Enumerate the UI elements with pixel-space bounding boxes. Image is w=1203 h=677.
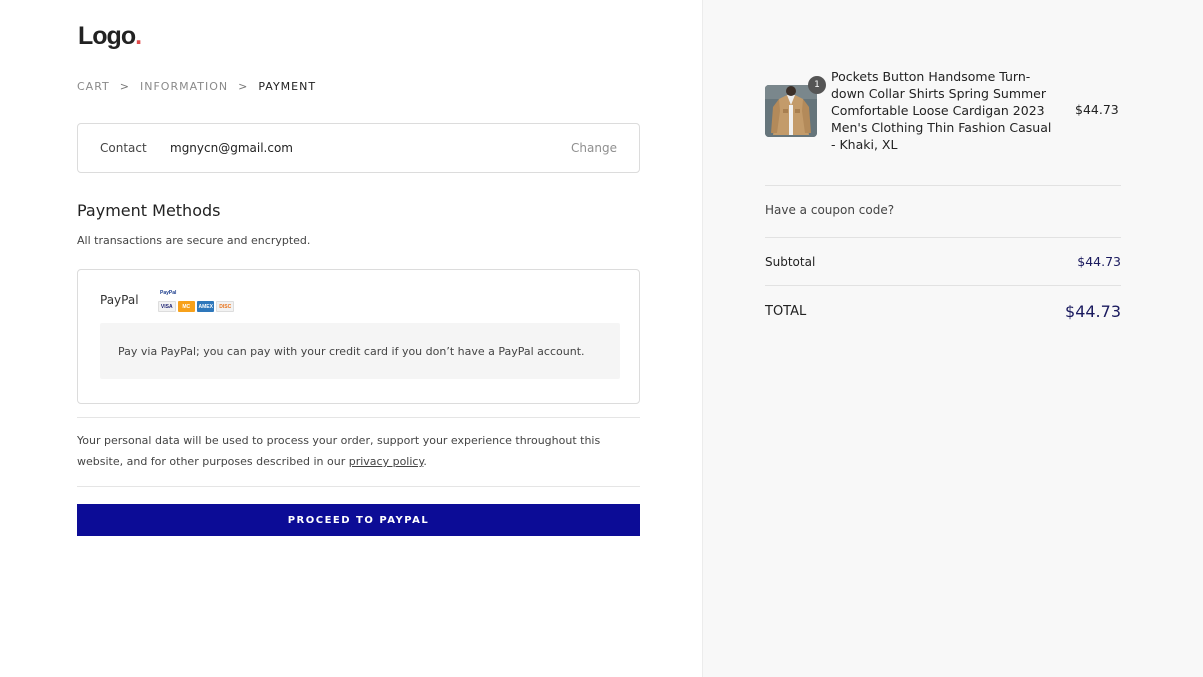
discover-card-icon: DISC (216, 301, 234, 312)
product-name: Pockets Button Handsome Turn-down Collar… (831, 69, 1052, 152)
privacy-policy-link[interactable]: privacy policy (349, 455, 424, 468)
mastercard-icon: MC (177, 301, 195, 312)
breadcrumb-separator-icon: > (119, 80, 130, 93)
breadcrumb-cart[interactable]: CART (77, 80, 110, 93)
breadcrumb-information[interactable]: INFORMATION (140, 80, 228, 93)
subtotal-label: Subtotal (765, 254, 816, 269)
breadcrumb: CART > INFORMATION > PAYMENT (77, 80, 316, 93)
contact-email: mgnycn@gmail.com (170, 141, 293, 155)
breadcrumb-payment: PAYMENT (258, 80, 317, 93)
privacy-text-end: . (423, 455, 427, 468)
order-summary-panel: 1 Pockets Button Handsome Turn-down Coll… (702, 0, 1203, 677)
divider (765, 237, 1121, 238)
total-label: TOTAL (765, 304, 807, 319)
checkout-main-panel: Logo. CART > INFORMATION > PAYMENT Conta… (0, 0, 702, 677)
breadcrumb-separator-icon: > (238, 80, 249, 93)
jacket-image-icon (765, 85, 817, 137)
total-value: $44.73 (1065, 302, 1121, 321)
divider (77, 417, 640, 418)
paypal-description-text: Pay via PayPal; you can pay with your cr… (118, 344, 585, 358)
divider (77, 486, 640, 487)
coupon-code-link[interactable]: Have a coupon code? (765, 203, 894, 217)
privacy-text: Your personal data will be used to proce… (77, 434, 601, 468)
proceed-to-paypal-button[interactable]: PROCEED TO PAYPAL (77, 504, 640, 536)
total-row: TOTAL $44.73 (765, 302, 1121, 321)
payment-methods-heading: Payment Methods (77, 201, 221, 220)
privacy-notice: Your personal data will be used to proce… (77, 430, 643, 472)
product-thumbnail (765, 85, 817, 137)
contact-summary: Contact mgnycn@gmail.com Change (77, 123, 640, 173)
divider (765, 185, 1121, 186)
change-contact-link[interactable]: Change (571, 141, 617, 155)
payment-method-paypal[interactable]: PayPal PayPal VISA MC AMEX DISC Pay via … (77, 269, 640, 404)
amex-card-icon: AMEX (197, 301, 215, 312)
quantity-badge: 1 (808, 76, 826, 94)
contact-label: Contact (100, 141, 147, 155)
logo-text: Logo (78, 22, 136, 50)
payment-security-note: All transactions are secure and encrypte… (77, 234, 311, 247)
logo-dot: . (135, 22, 142, 50)
divider (765, 285, 1121, 286)
subtotal-value: $44.73 (1077, 254, 1121, 269)
subtotal-row: Subtotal $44.73 (765, 254, 1121, 269)
product-thumbnail-wrap: 1 (765, 76, 826, 137)
order-item: 1 Pockets Button Handsome Turn-down Coll… (765, 68, 1121, 153)
paypal-description: Pay via PayPal; you can pay with your cr… (100, 323, 620, 379)
site-logo[interactable]: Logo. (78, 22, 142, 51)
visa-card-icon: VISA (158, 301, 176, 312)
paypal-mini-logo-icon: PayPal (160, 290, 177, 296)
paypal-label: PayPal (100, 293, 139, 307)
product-price: $44.73 (1075, 102, 1119, 117)
accepted-cards-icon: PayPal VISA MC AMEX DISC (158, 290, 234, 312)
